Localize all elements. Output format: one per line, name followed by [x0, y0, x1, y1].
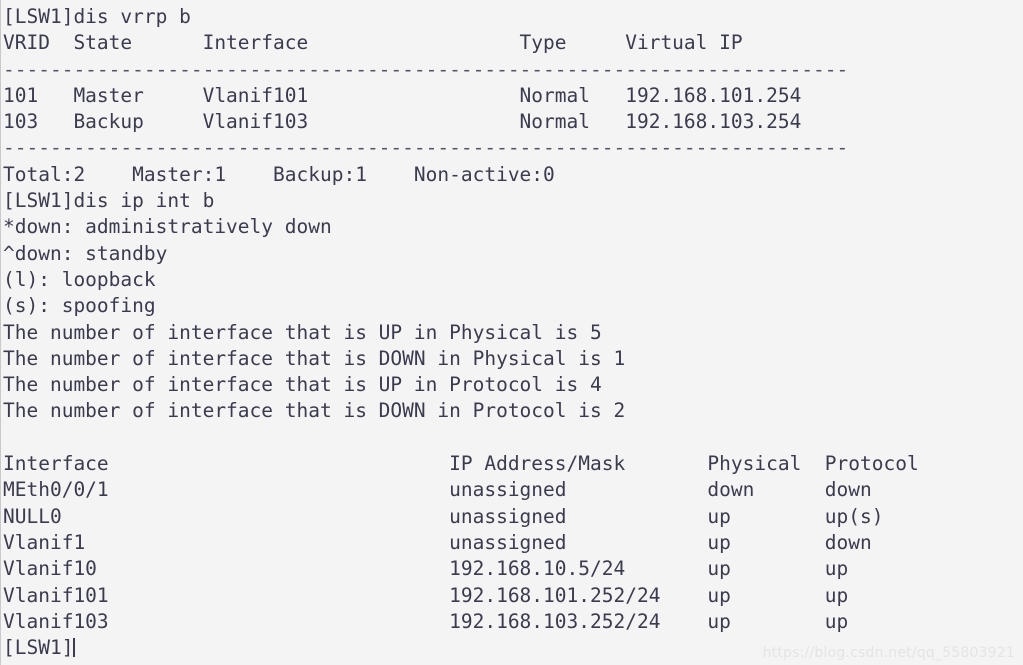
final-prompt-line[interactable]: [LSW1] [3, 635, 1023, 661]
vrrp-summary-line: Total:2 Master:1 Backup:1 Non-active:0 [3, 162, 555, 186]
counter-down-physical: The number of interface that is DOWN in … [3, 346, 626, 370]
legend-standby: ^down: standby [3, 241, 168, 265]
counter-up-protocol: The number of interface that is UP in Pr… [3, 373, 602, 397]
interface-table-header: Interface IP Address/Mask Physical Proto… [3, 452, 919, 476]
vrrp-table-separator-bottom: ----------------------------------------… [3, 136, 849, 160]
table-row: NULL0 unassigned up up(s) [3, 504, 884, 528]
table-row: 103 Backup Vlanif103 Normal 192.168.103.… [3, 110, 802, 134]
table-row: 101 Master Vlanif101 Normal 192.168.101.… [3, 83, 802, 107]
legend-loopback: (l): loopback [3, 267, 156, 291]
table-row: Vlanif10 192.168.10.5/24 up up [3, 557, 849, 581]
counter-down-protocol: The number of interface that is DOWN in … [3, 399, 626, 423]
table-row: Vlanif1 unassigned up down [3, 530, 872, 554]
command-line-dis-vrrp-b: [LSW1]dis vrrp b [3, 5, 191, 28]
prompt-label: [LSW1] [3, 636, 74, 660]
vrrp-table-header: VRID State Interface Type Virtual IP [3, 31, 743, 55]
table-row: MEth0/0/1 unassigned down down [3, 478, 872, 502]
legend-admin-down: *down: administratively down [3, 215, 332, 239]
legend-spoofing: (s): spoofing [3, 294, 156, 318]
command-line-dis-ip-int-b: [LSW1]dis ip int b [3, 189, 215, 213]
vrrp-table-separator-top: ----------------------------------------… [3, 57, 849, 81]
text-cursor [73, 638, 76, 658]
counter-up-physical: The number of interface that is UP in Ph… [3, 320, 602, 344]
terminal-output-pane[interactable]: [LSW1]dis vrrp b VRID State Interface Ty… [0, 0, 1023, 665]
table-row: Vlanif103 192.168.103.252/24 up up [3, 609, 849, 633]
table-row: Vlanif101 192.168.101.252/24 up up [3, 583, 849, 607]
